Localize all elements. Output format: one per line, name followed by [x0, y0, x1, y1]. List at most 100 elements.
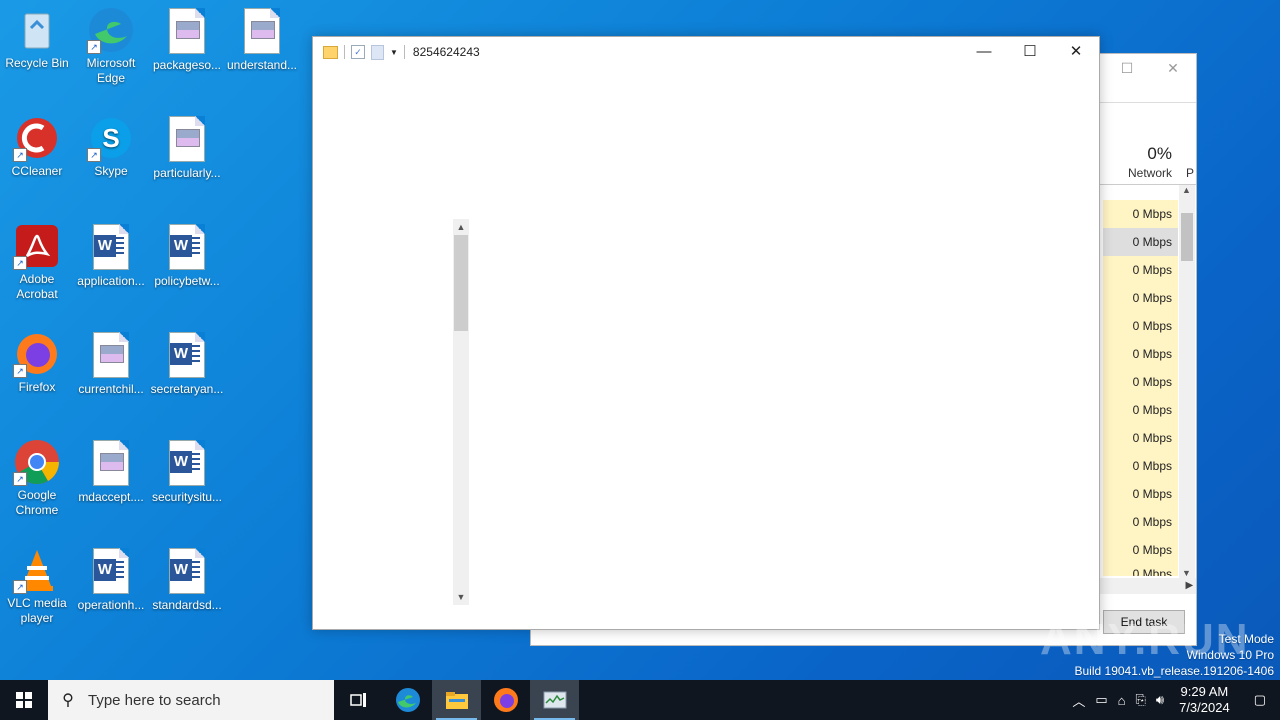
- acrobat-icon: ↗: [13, 222, 61, 270]
- customize-dropdown-icon[interactable]: ▼: [390, 48, 398, 57]
- word-document-icon: W: [163, 224, 211, 272]
- watermark-line: Windows 10 Pro: [1186, 648, 1274, 662]
- image-file-icon: [238, 8, 286, 56]
- minimize-button[interactable]: —: [961, 37, 1007, 67]
- network-column-header[interactable]: Network: [1106, 166, 1172, 180]
- divider: [1099, 102, 1196, 103]
- close-button[interactable]: ✕: [1053, 37, 1099, 67]
- icon-label: CCleaner: [11, 164, 63, 178]
- desktop-icon-ccleaner[interactable]: ↗ CCleaner: [0, 114, 74, 179]
- network-cell[interactable]: 0 Mbps: [1103, 368, 1178, 396]
- navigation-pane-scrollbar[interactable]: ▲ ▼: [453, 219, 469, 605]
- desktop-icon-operationh[interactable]: W operationh...: [74, 546, 148, 613]
- task-manager-title-controls: ☐ ✕: [1104, 54, 1196, 82]
- tablet-icon[interactable]: ▭: [1090, 692, 1112, 708]
- search-box[interactable]: ⚲ Type here to search: [48, 680, 334, 720]
- network-cell[interactable]: 0 Mbps: [1103, 452, 1178, 480]
- new-folder-icon[interactable]: [371, 44, 384, 60]
- scroll-up-arrow-icon[interactable]: ▲: [1182, 185, 1191, 195]
- watermark-line: Test Mode: [1218, 632, 1274, 646]
- taskbar-edge-button[interactable]: [383, 680, 432, 720]
- network-cell[interactable]: 0 Mbps: [1103, 480, 1178, 508]
- word-document-icon: W: [163, 548, 211, 596]
- power-column-header[interactable]: P: [1186, 166, 1194, 180]
- desktop-icon-mdaccept[interactable]: mdaccept....: [74, 438, 148, 505]
- explorer-window[interactable]: ✓ ▼ 8254624243 — ☐ ✕ ▲ ▼: [312, 36, 1100, 630]
- network-cell[interactable]: 0 Mbps: [1103, 256, 1178, 284]
- network-cell[interactable]: 0 Mbps: [1103, 284, 1178, 312]
- start-button[interactable]: [0, 680, 48, 720]
- maximize-button[interactable]: ☐: [1007, 37, 1053, 67]
- network-cell[interactable]: 0 Mbps: [1103, 312, 1178, 340]
- network-icon[interactable]: ⎘: [1130, 692, 1150, 708]
- title-bar[interactable]: ✓ ▼ 8254624243 — ☐ ✕: [313, 37, 1099, 67]
- desktop-icon-secretaryan[interactable]: W secretaryan...: [150, 330, 224, 397]
- notification-center-icon[interactable]: ▢: [1240, 692, 1280, 708]
- desktop-icon-recycle-bin[interactable]: Recycle Bin: [0, 6, 74, 71]
- network-cell[interactable]: 0 Mbps: [1103, 340, 1178, 368]
- network-cell[interactable]: 0 Mbps: [1103, 508, 1178, 536]
- icon-label: Adobe Acrobat: [16, 272, 58, 301]
- vertical-scrollbar[interactable]: ▲ ▼: [1179, 185, 1195, 578]
- desktop-icon-application[interactable]: W application...: [74, 222, 148, 289]
- windows-logo-icon: [16, 692, 32, 708]
- icon-label: securitysitu...: [151, 490, 223, 504]
- show-hidden-icons-chevron-icon[interactable]: ︿: [1067, 691, 1090, 710]
- desktop-icon-standardsd[interactable]: W standardsd...: [150, 546, 224, 613]
- desktop-icon-firefox[interactable]: ↗ Firefox: [0, 330, 74, 395]
- desktop-icon-edge[interactable]: ↗ Microsoft Edge: [74, 6, 148, 86]
- desktop-icon-adobe-acrobat[interactable]: ↗ Adobe Acrobat: [0, 222, 74, 302]
- scrollbar-thumb[interactable]: [454, 235, 468, 331]
- maximize-button[interactable]: ☐: [1104, 54, 1150, 82]
- chrome-icon: ↗: [13, 438, 61, 486]
- desktop-icon-currentchil[interactable]: currentchil...: [74, 330, 148, 397]
- icon-label: packageso...: [152, 58, 222, 72]
- taskbar-task-manager-button[interactable]: [530, 680, 579, 720]
- desktop-icon-google-chrome[interactable]: ↗ Google Chrome: [0, 438, 74, 518]
- network-cell[interactable]: 0 Mbps: [1103, 536, 1178, 564]
- search-icon: ⚲: [62, 692, 74, 709]
- network-cell[interactable]: 0 Mbps: [1103, 424, 1178, 452]
- properties-icon[interactable]: ✓: [351, 45, 365, 59]
- task-view-icon: [349, 693, 366, 707]
- network-cell-partial[interactable]: 0 Mbps: [1103, 564, 1178, 576]
- scroll-down-arrow-icon[interactable]: ▼: [453, 589, 469, 605]
- clock[interactable]: 9:29 AM 7/3/2024: [1169, 684, 1240, 716]
- skype-icon: S ↗: [87, 114, 135, 162]
- folder-icon: [323, 45, 338, 59]
- desktop-icon-packageso[interactable]: packageso...: [150, 6, 224, 73]
- clock-time: 9:29 AM: [1180, 684, 1229, 699]
- network-cell[interactable]: 0 Mbps: [1103, 396, 1178, 424]
- network-cell[interactable]: 0 Mbps: [1103, 200, 1178, 228]
- desktop-icon-understand[interactable]: understand...: [225, 6, 299, 73]
- desktop-icon-skype[interactable]: S ↗ Skype: [74, 114, 148, 179]
- firefox-icon: ↗: [13, 330, 61, 378]
- scrollbar-thumb[interactable]: [1181, 213, 1193, 261]
- close-button[interactable]: ✕: [1150, 54, 1196, 82]
- horizontal-scrollbar[interactable]: ▶: [1099, 578, 1196, 594]
- network-percent: 0%: [1147, 144, 1172, 163]
- desktop-icon-particularly[interactable]: particularly...: [150, 114, 224, 181]
- taskbar-firefox-button[interactable]: [481, 680, 530, 720]
- task-manager-icon: [543, 691, 566, 709]
- network-cell-selected[interactable]: 0 Mbps: [1103, 228, 1178, 256]
- scroll-up-arrow-icon[interactable]: ▲: [453, 219, 469, 235]
- taskbar-file-explorer-button[interactable]: [432, 680, 481, 720]
- image-file-icon: [87, 440, 135, 488]
- file-explorer-icon: [445, 692, 468, 709]
- desktop-icon-securitysitu[interactable]: W securitysitu...: [150, 438, 224, 505]
- word-document-icon: W: [163, 332, 211, 380]
- icon-label: Firefox: [18, 380, 56, 394]
- quick-access-toolbar: ✓ ▼: [313, 44, 405, 60]
- meet-now-icon[interactable]: ⌂: [1113, 693, 1131, 708]
- desktop-icon-vlc[interactable]: ↗ VLC media player: [0, 546, 74, 626]
- edge-icon: ↗: [87, 6, 135, 54]
- svg-text:S: S: [102, 123, 119, 153]
- scroll-down-arrow-icon[interactable]: ▼: [1182, 568, 1191, 578]
- scroll-right-arrow-icon[interactable]: ▶: [1186, 580, 1196, 591]
- desktop-icon-policybetw[interactable]: W policybetw...: [150, 222, 224, 289]
- word-document-icon: W: [87, 224, 135, 272]
- task-view-button[interactable]: [334, 680, 383, 720]
- separator: [344, 45, 345, 59]
- volume-icon[interactable]: 🔊︎: [1151, 692, 1169, 708]
